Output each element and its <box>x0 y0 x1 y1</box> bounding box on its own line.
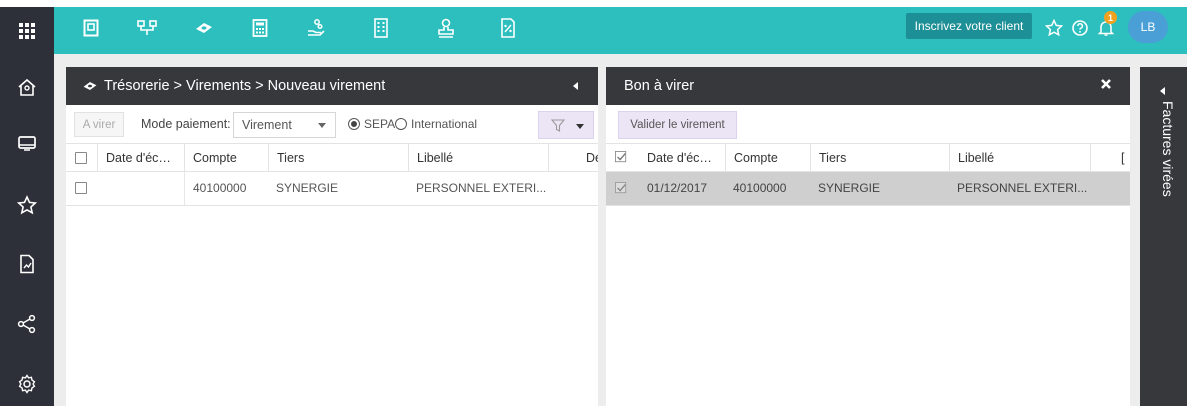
ready-toolbar: Valider le virement <box>606 105 1130 143</box>
filter-button[interactable] <box>538 111 594 139</box>
table-row-selected[interactable]: 01/12/2017 40100000 SYNERGIE PERSONNEL E… <box>606 172 1130 206</box>
chevron-down-icon <box>318 123 326 128</box>
filter-icon <box>551 119 565 132</box>
help-icon[interactable] <box>1066 14 1094 42</box>
ready-to-transfer-panel: Bon à virer Valider le virement Date d'é… <box>606 67 1130 406</box>
check-icon <box>615 151 627 163</box>
building-icon[interactable] <box>367 14 395 42</box>
hierarchy-icon[interactable] <box>133 14 161 42</box>
column-header-date[interactable]: Date d'éc… <box>97 144 195 172</box>
monitor-icon[interactable] <box>13 129 41 157</box>
payment-mode-select[interactable]: Virement <box>233 112 336 138</box>
share-icon[interactable] <box>13 310 41 338</box>
panel-title: Bon à virer <box>624 78 695 94</box>
check-icon <box>615 182 627 194</box>
sepa-label: SEPA <box>364 117 396 131</box>
cell-tiers: SYNERGIE <box>276 181 339 195</box>
cell-date: 01/12/2017 <box>647 181 708 195</box>
money-icon[interactable] <box>190 14 218 42</box>
row-checkbox[interactable] <box>615 182 627 194</box>
column-header-compte[interactable]: Compte <box>184 144 264 172</box>
user-avatar[interactable]: LB <box>1128 11 1168 43</box>
ready-to-transfer-header: Bon à virer <box>606 67 1130 105</box>
a-virer-button[interactable]: A virer <box>74 112 124 137</box>
cell-compte: 40100000 <box>184 172 268 205</box>
chevron-down-icon <box>576 124 584 129</box>
column-header-tiers[interactable]: Tiers <box>810 144 951 172</box>
breadcrumb: Trésorerie > Virements > Nouveau viremen… <box>104 78 386 94</box>
settings-icon[interactable] <box>13 370 41 398</box>
payment-mode-value: Virement <box>242 118 292 132</box>
validate-transfer-button[interactable]: Valider le virement <box>618 111 737 139</box>
percent-doc-icon[interactable] <box>494 14 522 42</box>
cell-libelle: PERSONNEL EXTERI... <box>957 181 1088 195</box>
collapse-left-icon[interactable] <box>573 82 578 90</box>
international-label: International <box>411 117 478 131</box>
chart-doc-icon[interactable] <box>13 250 41 278</box>
transfer-toolbar: A virer Mode paiement: Virement SEPA Int… <box>66 105 598 143</box>
factures-virees-label: Factures virées <box>1160 101 1176 197</box>
table-row[interactable]: 40100000 SYNERGIE PERSONNEL EXTERI... <box>66 172 598 206</box>
column-header-date[interactable]: Date d'éc… <box>639 144 725 172</box>
ready-grid-header: Date d'éc… Compte Tiers Libellé [ <box>606 143 1130 172</box>
favorites-star-icon[interactable] <box>13 191 41 219</box>
column-header-libelle[interactable]: Libellé <box>949 144 1090 172</box>
new-transfer-header: Trésorerie > Virements > Nouveau viremen… <box>66 67 598 105</box>
close-icon[interactable] <box>1100 78 1112 90</box>
row-checkbox[interactable] <box>75 182 87 194</box>
apps-menu-button[interactable] <box>0 7 54 54</box>
select-all-checkbox[interactable] <box>615 151 627 163</box>
new-transfer-panel: Trésorerie > Virements > Nouveau viremen… <box>66 67 598 406</box>
apps-grid-icon <box>19 22 35 39</box>
star-icon[interactable] <box>1040 14 1068 42</box>
column-header-tiers[interactable]: Tiers <box>268 144 410 172</box>
cell-compte: 40100000 <box>733 181 787 195</box>
hand-coin-icon[interactable] <box>302 14 330 42</box>
document-icon[interactable] <box>77 14 105 42</box>
factures-virees-tab[interactable]: Factures virées <box>1140 67 1187 406</box>
cell-libelle: PERSONNEL EXTERI... <box>416 181 547 195</box>
column-header-de[interactable]: Dé <box>548 144 598 172</box>
column-header-compte[interactable]: Compte <box>725 144 811 172</box>
notification-badge: 1 <box>1104 11 1117 24</box>
calculator-icon[interactable] <box>246 14 274 42</box>
sepa-radio[interactable] <box>348 118 360 130</box>
payment-mode-label: Mode paiement: <box>141 117 231 131</box>
stamp-icon[interactable] <box>432 14 460 42</box>
cell-date <box>97 172 184 205</box>
column-header-extra[interactable]: [ <box>1090 144 1130 172</box>
cell-tiers: SYNERGIE <box>818 181 881 195</box>
international-radio[interactable] <box>395 118 407 130</box>
home-icon[interactable] <box>13 73 41 101</box>
register-client-button[interactable]: Inscrivez votre client <box>906 13 1032 39</box>
transfer-grid-header: Date d'éc… Compte Tiers Libellé Dé <box>66 143 598 172</box>
money-icon <box>82 80 98 92</box>
left-sidebar <box>0 54 54 406</box>
select-all-checkbox[interactable] <box>75 152 87 164</box>
column-header-libelle[interactable]: Libellé <box>408 144 550 172</box>
top-bar: Inscrivez votre client 1 LB <box>0 0 1187 54</box>
expand-left-icon[interactable] <box>1160 87 1165 95</box>
